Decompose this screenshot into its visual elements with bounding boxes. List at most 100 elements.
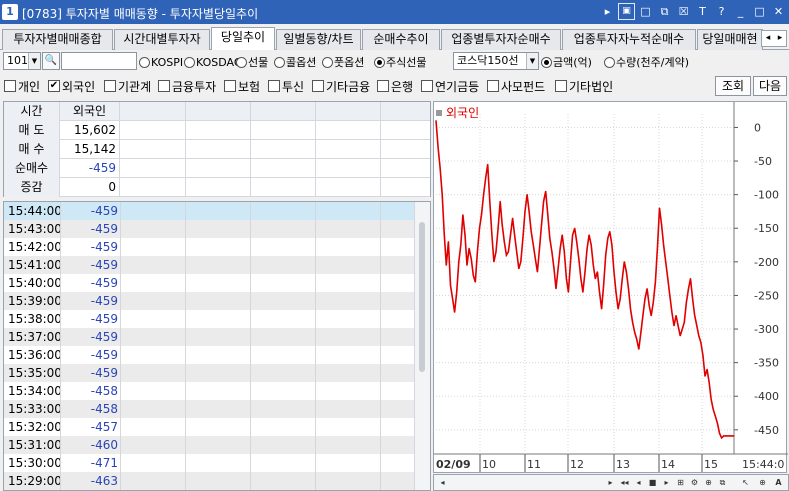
scroll-right-icon[interactable]: ▸ (604, 476, 617, 489)
tab-next-icon[interactable]: ▸ (774, 31, 786, 46)
radio-dot[interactable] (139, 56, 150, 68)
window-icon[interactable]: □ (637, 3, 654, 20)
table-row[interactable]: 15:44:00 -459 (4, 202, 414, 220)
tab-5[interactable]: 순매수추이 (362, 29, 440, 50)
next-button[interactable]: 다음 (753, 76, 787, 96)
radio-dot[interactable] (374, 56, 385, 68)
zoom-icon[interactable]: ⊞ (674, 476, 687, 489)
help-icon[interactable]: ? (713, 3, 730, 20)
checkbox-box[interactable] (421, 80, 433, 92)
radio-unit-1[interactable]: 금액(억) (541, 54, 592, 70)
rewind-icon[interactable]: ◂◂ (618, 476, 631, 489)
table-row[interactable]: 15:29:00 -463 (4, 472, 414, 490)
radio-market-3[interactable]: 선물 (236, 54, 268, 70)
radio-market-1[interactable]: KOSPI (139, 54, 183, 70)
radio-dot[interactable] (541, 56, 552, 68)
tab-3[interactable]: 당일추이 (211, 27, 275, 50)
minimize-icon[interactable]: _ (732, 3, 749, 20)
scroll-left-icon[interactable]: ◂ (436, 476, 449, 489)
pin-icon[interactable]: ☒ (675, 3, 692, 20)
time-series-table[interactable]: 15:29:00 -463 15:30:00 -471 15:31:00 -460 15:3… (3, 201, 431, 491)
table-row[interactable]: 15:30:00 -471 (4, 454, 414, 472)
tab-7[interactable]: 업종투자자누적순매수 (562, 29, 696, 50)
export-icon[interactable]: ⧉ (716, 476, 729, 489)
pin-icon[interactable]: ⊕ (702, 476, 715, 489)
tab-1[interactable]: 투자자별매매종합 (2, 29, 113, 50)
chevron-down-icon[interactable]: ▼ (28, 53, 40, 69)
zoom-in-icon[interactable]: ⊕ (756, 476, 769, 489)
table-row[interactable]: 15:36:00 -459 (4, 346, 414, 364)
search-icon[interactable]: 🔍 (42, 52, 60, 70)
table-row[interactable]: 15:38:00 -459 (4, 310, 414, 328)
checkbox-investor-10[interactable]: 사모펀드 (487, 78, 545, 94)
toolbar-icon[interactable]: ▣ (618, 3, 635, 20)
table-row[interactable]: 15:37:00 -459 (4, 328, 414, 346)
checkbox-box[interactable] (268, 80, 280, 92)
menu-arrow-icon[interactable]: ▸ (599, 3, 616, 20)
radio-market-4[interactable]: 콜옵션 (274, 54, 316, 70)
checkbox-box[interactable] (312, 80, 324, 92)
tab-4[interactable]: 일별동향/차트 (276, 29, 361, 50)
checkbox-investor-11[interactable]: 기타법인 (555, 78, 613, 94)
query-button[interactable]: 조회 (715, 76, 751, 96)
checkbox-investor-8[interactable]: 은행 (377, 78, 413, 94)
checkbox-investor-6[interactable]: 투신 (268, 78, 304, 94)
scrollbar-thumb[interactable] (419, 222, 425, 372)
tab-scroll-arrows[interactable]: ◂ ▸ (761, 30, 787, 47)
checkbox-investor-9[interactable]: 연기금등 (421, 78, 479, 94)
search-input[interactable] (61, 52, 137, 70)
tab-8[interactable]: 당일매매현 (697, 29, 763, 50)
tab-prev-icon[interactable]: ◂ (762, 31, 774, 46)
chevron-down-icon[interactable]: ▼ (526, 53, 538, 69)
gear-icon[interactable]: ⚙ (688, 476, 701, 489)
code-select[interactable]: 101 ▼ (3, 52, 41, 70)
sub-market-select[interactable]: 코스닥150선 ▼ (453, 52, 539, 70)
table-row[interactable]: 15:42:00 -459 (4, 238, 414, 256)
table-row[interactable]: 15:41:00 -459 (4, 256, 414, 274)
checkbox-box[interactable] (4, 80, 16, 92)
tab-6[interactable]: 업종별투자자순매수 (441, 29, 561, 50)
text-size-icon[interactable]: A (772, 476, 785, 489)
table-row[interactable]: 15:40:00 -459 (4, 274, 414, 292)
table-scrollbar[interactable] (414, 202, 430, 490)
radio-dot[interactable] (184, 56, 195, 68)
radio-dot[interactable] (322, 56, 333, 68)
radio-market-2[interactable]: KOSDAQ (184, 54, 243, 70)
checkbox-investor-2[interactable]: ✔ 외국인 (48, 78, 95, 94)
cursor-icon[interactable]: ↖ (739, 476, 752, 489)
radio-dot[interactable] (604, 56, 615, 68)
table-row[interactable]: 15:34:00 -458 (4, 382, 414, 400)
table-row[interactable]: 15:43:00 -459 (4, 220, 414, 238)
checkbox-investor-1[interactable]: 개인 (4, 78, 40, 94)
stop-icon[interactable]: ■ (646, 476, 659, 489)
close-icon[interactable]: ✕ (770, 3, 787, 20)
checkbox-investor-4[interactable]: 금융투자 (158, 78, 216, 94)
checkbox-box[interactable] (104, 80, 116, 92)
chart-scrollbar[interactable]: ◂ ▸ ◂◂ ◂ ■ ▸ ⊞ ⚙ ⊕ ⧉ ↖ ⊕ A (433, 474, 789, 491)
checkbox-box[interactable] (158, 80, 170, 92)
play-left-icon[interactable]: ◂ (632, 476, 645, 489)
table-row[interactable]: 15:32:00 -457 (4, 418, 414, 436)
checkbox-box[interactable] (487, 80, 499, 92)
checkbox-box[interactable] (224, 80, 236, 92)
checkbox-box[interactable] (377, 80, 389, 92)
radio-dot[interactable] (274, 56, 285, 68)
maximize-icon[interactable]: □ (751, 3, 768, 20)
play-right-icon[interactable]: ▸ (660, 476, 673, 489)
checkbox-box[interactable] (555, 80, 567, 92)
table-row[interactable]: 15:33:00 -458 (4, 400, 414, 418)
tab-2[interactable]: 시간대별투자자 (114, 29, 210, 50)
checkbox-investor-7[interactable]: 기타금융 (312, 78, 370, 94)
table-row[interactable]: 15:35:00 -459 (4, 364, 414, 382)
radio-dot[interactable] (236, 56, 247, 68)
radio-market-6[interactable]: 주식선물 (374, 54, 426, 70)
radio-unit-2[interactable]: 수량(천주/계약) (604, 54, 689, 70)
text-icon[interactable]: T (694, 3, 711, 20)
checkbox-investor-5[interactable]: 보험 (224, 78, 260, 94)
checkbox-investor-3[interactable]: 기관계 (104, 78, 151, 94)
table-row[interactable]: 15:31:00 -460 (4, 436, 414, 454)
table-row[interactable]: 15:39:00 -459 (4, 292, 414, 310)
checkbox-box[interactable]: ✔ (48, 80, 60, 92)
restore-icon[interactable]: ⧉ (656, 3, 673, 20)
radio-market-5[interactable]: 풋옵션 (322, 54, 364, 70)
